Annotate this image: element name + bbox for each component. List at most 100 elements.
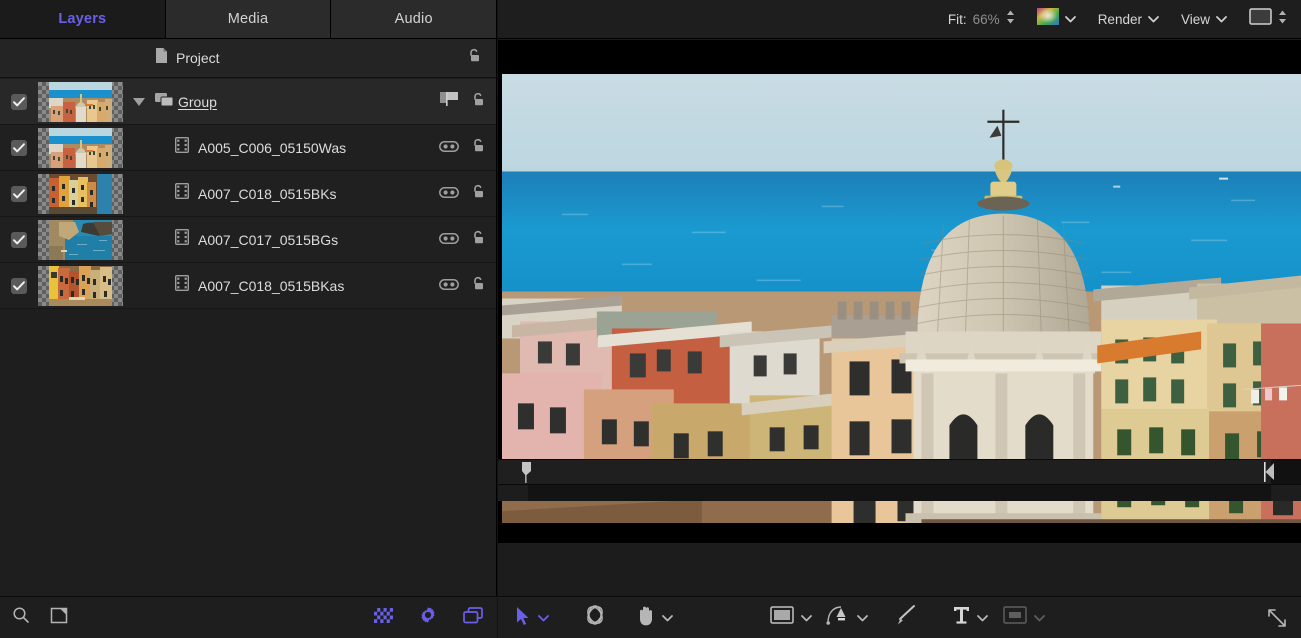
search-icon[interactable]	[12, 606, 30, 629]
fit-label: Fit:	[948, 12, 967, 27]
select-arrow-tool[interactable]	[516, 606, 549, 630]
tab-layers-label: Layers	[58, 11, 106, 27]
hand-icon[interactable]	[636, 605, 655, 631]
text-tool[interactable]	[953, 605, 988, 630]
shape-tool[interactable]	[770, 606, 812, 629]
layer-thumbnail	[38, 220, 123, 260]
render-label: Render	[1098, 12, 1142, 27]
unlocked-padlock-icon[interactable]	[467, 48, 482, 68]
project-row[interactable]: Project	[0, 39, 496, 78]
paintbrush-icon[interactable]	[893, 604, 917, 631]
transform-3d-tool[interactable]	[584, 604, 606, 631]
film-strip-icon	[175, 137, 189, 158]
panel-tabbar: Layers Media Audio	[0, 0, 496, 39]
fit-zoom-control[interactable]: Fit: 66%	[948, 10, 1015, 29]
layer-visibility-checkbox[interactable]	[11, 140, 27, 156]
link-chain-icon[interactable]	[439, 277, 459, 295]
unlocked-padlock-icon[interactable]	[471, 92, 486, 112]
timeline-track-strip	[498, 485, 1301, 501]
layer-visibility-checkbox[interactable]	[11, 94, 27, 110]
layer-name-label[interactable]: A007_C018_0515BKas	[198, 278, 344, 294]
chevron-down-icon[interactable]	[1148, 10, 1159, 28]
tab-audio[interactable]: Audio	[331, 0, 496, 38]
orbit-3d-icon[interactable]	[584, 604, 606, 631]
layer-name-label[interactable]: A007_C017_0515BGs	[198, 232, 338, 248]
layer-visibility-checkbox[interactable]	[11, 186, 27, 202]
motion-app-window: Layers Media Audio Project	[0, 0, 1301, 638]
layer-name-label[interactable]: Group	[178, 94, 217, 110]
chevron-down-icon[interactable]	[538, 609, 549, 627]
layer-thumbnail	[38, 174, 123, 214]
viewer-layout-icon[interactable]	[1249, 8, 1272, 30]
table-row[interactable]: A007_C018_0515BKs	[0, 171, 496, 217]
checkerboard-icon[interactable]	[374, 608, 393, 628]
layers-panel: Layers Media Audio Project	[0, 0, 497, 638]
layer-list[interactable]: Group A005_C006_05150Was	[0, 79, 496, 596]
layers-panel-toolbar	[0, 596, 497, 638]
tab-media[interactable]: Media	[166, 0, 332, 38]
layer-row-icons	[439, 138, 486, 158]
viewer-toolbar: Fit: 66%	[498, 0, 1301, 39]
layer-visibility-checkbox[interactable]	[11, 232, 27, 248]
chevron-down-icon[interactable]	[1065, 10, 1076, 28]
timeline-mini-ruler[interactable]	[498, 459, 1301, 485]
link-chain-icon[interactable]	[439, 231, 459, 249]
film-strip-icon	[175, 275, 189, 296]
stepper-up-down-icon[interactable]	[1278, 10, 1287, 29]
canvas-media-image[interactable]	[502, 74, 1301, 523]
chevron-down-icon[interactable]	[977, 609, 988, 627]
disclosure-triangle-icon[interactable]	[133, 98, 145, 106]
unlocked-padlock-icon[interactable]	[471, 276, 486, 296]
layer-thumbnail	[38, 128, 123, 168]
pan-hand-tool[interactable]	[636, 605, 673, 631]
chevron-down-icon[interactable]	[801, 609, 812, 627]
tab-layers[interactable]: Layers	[0, 0, 166, 38]
viewer-canvas[interactable]	[498, 40, 1301, 543]
canvas-area: Fit: 66%	[498, 0, 1301, 638]
fit-value: 66%	[973, 12, 1000, 27]
color-wheel-swatch-icon[interactable]	[1037, 8, 1059, 30]
mask-flag-icon[interactable]	[440, 91, 459, 112]
tab-media-label: Media	[228, 11, 269, 27]
mask-tool[interactable]	[1003, 606, 1045, 629]
stepper-up-down-icon[interactable]	[1006, 10, 1015, 29]
playhead-start-marker[interactable]	[521, 462, 532, 483]
view-menu[interactable]: View	[1181, 10, 1227, 28]
bezier-pen-icon[interactable]	[826, 604, 850, 631]
panels-icon[interactable]	[463, 607, 483, 629]
project-row-label: Project	[176, 50, 220, 66]
text-t-icon[interactable]	[953, 605, 970, 630]
layer-thumbnail	[38, 82, 123, 122]
group-layers-icon	[155, 91, 174, 112]
chevron-down-icon[interactable]	[857, 609, 868, 627]
bezier-pen-tool[interactable]	[826, 604, 868, 631]
new-group-icon[interactable]	[50, 606, 69, 630]
render-menu[interactable]: Render	[1098, 10, 1159, 28]
table-row[interactable]: A007_C018_0515BKas	[0, 263, 496, 309]
paint-stroke-tool[interactable]	[893, 604, 917, 631]
chevron-down-icon[interactable]	[662, 609, 673, 627]
gear-icon[interactable]	[419, 606, 437, 629]
diagonal-resize-icon[interactable]	[1267, 608, 1287, 628]
chevron-down-icon[interactable]	[1034, 609, 1045, 627]
unlocked-padlock-icon[interactable]	[471, 230, 486, 250]
rectangle-icon[interactable]	[770, 606, 794, 629]
playhead-end-marker[interactable]	[1264, 462, 1275, 483]
chevron-down-icon[interactable]	[1216, 10, 1227, 28]
arrow-cursor-icon[interactable]	[516, 606, 531, 630]
document-icon	[155, 48, 168, 69]
mask-rect-icon[interactable]	[1003, 606, 1027, 629]
table-row[interactable]: A007_C017_0515BGs	[0, 217, 496, 263]
unlocked-padlock-icon[interactable]	[471, 184, 486, 204]
link-chain-icon[interactable]	[439, 139, 459, 157]
color-swatch-control[interactable]	[1037, 8, 1076, 30]
layer-name-label[interactable]: A005_C006_05150Was	[198, 140, 346, 156]
layer-name-label[interactable]: A007_C018_0515BKs	[198, 186, 337, 202]
table-row[interactable]: Group	[0, 79, 496, 125]
track-left-segment	[498, 485, 528, 501]
unlocked-padlock-icon[interactable]	[471, 138, 486, 158]
table-row[interactable]: A005_C006_05150Was	[0, 125, 496, 171]
viewer-layout-control[interactable]	[1249, 8, 1287, 30]
layer-visibility-checkbox[interactable]	[11, 278, 27, 294]
link-chain-icon[interactable]	[439, 185, 459, 203]
